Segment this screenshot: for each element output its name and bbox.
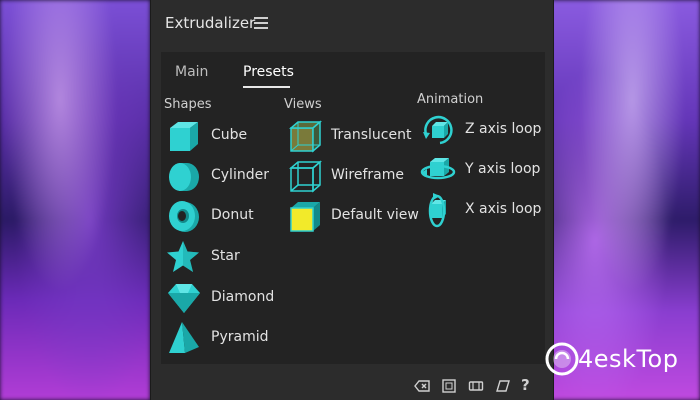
views-heading: Views: [284, 97, 322, 112]
background-left-blur: [0, 0, 150, 400]
preset-diamond[interactable]: Diamond: [166, 280, 276, 316]
backspace-icon[interactable]: [414, 378, 430, 394]
watermark-logo-icon: [545, 342, 579, 376]
presets-content: Main Presets Shapes Cube Cylinder Donut …: [161, 52, 545, 364]
panel-footer: ?: [151, 372, 553, 400]
extrudalizer-panel: Extrudalizer Main Presets Shapes Cube Cy…: [150, 0, 554, 400]
z-axis-loop-icon: [423, 115, 453, 145]
x-axis-loop-icon: [428, 193, 446, 228]
square-icon[interactable]: [441, 378, 457, 394]
preset-x-axis-loop[interactable]: X axis loop: [420, 192, 542, 228]
help-icon[interactable]: ?: [521, 376, 537, 394]
preset-pyramid[interactable]: Pyramid: [166, 320, 276, 356]
y-axis-loop-icon: [420, 158, 456, 180]
layers-icon[interactable]: [468, 378, 484, 394]
watermark-text: 4eskTop: [578, 345, 679, 373]
preset-star[interactable]: Star: [166, 239, 276, 275]
preset-z-axis-loop-label: Z axis loop: [465, 121, 542, 137]
preset-pyramid-label: Pyramid: [211, 329, 269, 345]
panel-titlebar: Extrudalizer: [151, 0, 553, 50]
wireframe-cube-icon: [288, 160, 323, 193]
panel-title: Extrudalizer: [165, 14, 256, 32]
preset-translucent[interactable]: Translucent: [287, 118, 412, 154]
preset-cube-label: Cube: [211, 127, 248, 143]
donut-icon: [169, 201, 199, 232]
preset-star-label: Star: [211, 248, 240, 264]
preset-z-axis-loop[interactable]: Z axis loop: [420, 112, 542, 148]
cube-icon: [170, 122, 198, 151]
preset-wireframe-label: Wireframe: [331, 167, 405, 183]
pyramid-icon: [169, 322, 199, 353]
cylinder-icon: [169, 163, 199, 191]
preset-default-view-label: Default view: [331, 207, 419, 223]
preset-default-view[interactable]: Default view: [287, 198, 419, 234]
preset-cube[interactable]: Cube: [166, 118, 276, 154]
diamond-icon: [168, 284, 200, 313]
star-icon: [167, 241, 199, 272]
preset-cylinder[interactable]: Cylinder: [166, 158, 276, 194]
active-tab-indicator: [243, 86, 290, 88]
animation-heading: Animation: [417, 92, 484, 107]
preset-y-axis-loop-label: Y axis loop: [465, 161, 541, 177]
watermark: 4eskTop: [544, 337, 694, 383]
preset-cylinder-label: Cylinder: [211, 167, 269, 183]
tab-presets[interactable]: Presets: [243, 64, 294, 80]
shapes-heading: Shapes: [164, 97, 212, 112]
preset-y-axis-loop[interactable]: Y axis loop: [420, 152, 540, 188]
perspective-icon[interactable]: [495, 378, 511, 394]
tab-main[interactable]: Main: [175, 64, 208, 80]
preset-donut-label: Donut: [211, 207, 254, 223]
translucent-cube-icon: [288, 120, 323, 153]
hamburger-menu-icon[interactable]: [254, 17, 268, 31]
preset-translucent-label: Translucent: [331, 127, 412, 143]
preset-wireframe[interactable]: Wireframe: [287, 158, 412, 194]
default-view-cube-icon: [290, 202, 320, 232]
preset-diamond-label: Diamond: [211, 289, 275, 305]
preset-x-axis-loop-label: X axis loop: [465, 201, 542, 217]
preset-donut[interactable]: Donut: [166, 198, 276, 234]
